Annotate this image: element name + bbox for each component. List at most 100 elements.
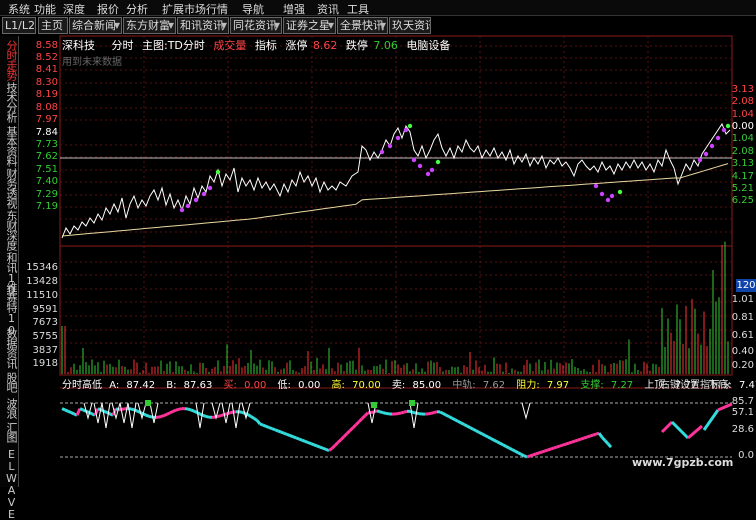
oscillator-tick-right: 57.1 (724, 407, 754, 418)
tab-label: 和讯资讯 (180, 19, 224, 32)
oscillator-info-line: 分时高低 A: 87.42 B: 87.63 买: 0.00 低: 0.00 高… (62, 376, 756, 391)
oscillator-segment (581, 438, 584, 439)
oscillator-segment (380, 412, 383, 413)
osc-sell: 卖: 85.00 (392, 380, 445, 391)
signal-spike (410, 403, 418, 428)
main-chart-label[interactable]: 主图:TD分时 (142, 39, 205, 52)
oscillator-segment (290, 436, 293, 437)
tab-label: 东方财富 (126, 19, 170, 32)
tab-7[interactable]: 全景快讯▼ (337, 17, 388, 34)
sidebar-item-3[interactable]: 财务透视 (1, 168, 17, 208)
chevron-down-icon[interactable]: ▼ (380, 18, 386, 33)
oscillator-segment (353, 425, 356, 428)
chevron-down-icon[interactable]: ▼ (168, 18, 174, 33)
price-tick-left: 7.62 (18, 151, 58, 162)
sidebar-item-0[interactable]: 分时走势 (1, 40, 17, 80)
price-tick-left: 8.30 (18, 77, 58, 88)
close-icon[interactable]: × (723, 380, 731, 391)
oscillator-segment (350, 428, 353, 431)
menu-item-3[interactable]: 报价 (97, 1, 119, 17)
tab-8[interactable]: 玖天资讯 (389, 17, 431, 34)
chevron-down-icon[interactable]: ▼ (114, 18, 120, 33)
oscillator-segment (335, 442, 338, 445)
menu-item-0[interactable]: 系统 (8, 1, 30, 17)
sector-label[interactable]: 电脑设备 (406, 39, 450, 52)
tab-1[interactable]: 主页 (38, 17, 68, 34)
oscillator-segment (590, 435, 593, 436)
signal-spike (522, 403, 530, 418)
oscillator-segment (434, 412, 437, 413)
tab-5[interactable]: 同花资讯▼ (230, 17, 282, 34)
osc-title: 分时高低 (62, 380, 102, 391)
menu-item-7[interactable]: 增强 (283, 1, 305, 17)
oscillator-segment (263, 425, 266, 426)
sidebar-item-8[interactable]: 股吧 (1, 372, 17, 392)
oscillator-segment (71, 413, 74, 414)
oscillator-segment (260, 424, 263, 425)
tab-3[interactable]: 东方财富▼ (123, 17, 176, 34)
mode-label[interactable]: 分时 (112, 39, 134, 52)
chevron-down-icon[interactable]: ▼ (221, 18, 227, 33)
menu-item-1[interactable]: 功能 (34, 1, 56, 17)
intraday-chart[interactable] (0, 0, 756, 487)
chevron-down-icon[interactable]: ▼ (274, 18, 280, 33)
volume-tick-right: 0.20 (724, 360, 754, 371)
oscillator-segment (557, 446, 560, 447)
menu-item-5[interactable]: 扩展市场行情 (162, 1, 228, 17)
tab-6[interactable]: 证券之星▼ (283, 17, 336, 34)
trade-label[interactable]: 成交量 (213, 39, 246, 52)
stock-name: 深科技 (62, 39, 95, 52)
menu-item-2[interactable]: 深度 (63, 1, 85, 17)
oscillator-segment (704, 410, 718, 430)
signal-mark (698, 158, 702, 162)
sidebar-item-9[interactable]: 波浪 (1, 398, 17, 418)
oscillator-segment (608, 444, 611, 447)
volume-tick-left: 13428 (18, 276, 58, 287)
sidebar-item-11[interactable]: ELWAVE (1, 448, 17, 520)
signal-mark (430, 168, 434, 172)
oscillator-segment (254, 418, 257, 420)
oscillator-segment (482, 434, 485, 436)
oscillator-segment (575, 440, 578, 441)
oscillator-segment (80, 409, 83, 410)
osc-high-value: 70.00 (352, 380, 381, 391)
price-tick-left: 7.40 (18, 176, 58, 187)
menu-item-6[interactable]: 导航 (242, 1, 264, 17)
oscillator-segment (194, 411, 197, 412)
sidebar-item-1[interactable]: 技术分析 (1, 82, 17, 122)
tab-0[interactable]: L1/L2 (2, 17, 36, 34)
oscillator-segment (275, 430, 278, 431)
oscillator-segment (338, 440, 341, 443)
oscillator-segment (431, 413, 434, 414)
right-click-label: 右键设置指标 (660, 380, 720, 391)
menu-item-4[interactable]: 分析 (126, 1, 148, 17)
sidebar-item-7[interactable]: 数据资讯 (1, 328, 17, 368)
osc-sell-label: 卖: (392, 380, 405, 391)
signal-mark (704, 152, 708, 156)
menu-item-8[interactable]: 资讯 (317, 1, 339, 17)
chevron-down-icon[interactable]: ▼ (328, 18, 334, 33)
oscillator-segment (542, 451, 545, 452)
oscillator-segment (539, 452, 542, 453)
oscillator-segment (383, 413, 386, 414)
oscillator-segment (554, 447, 557, 448)
oscillator-segment (593, 434, 596, 435)
signal-mark (388, 144, 392, 148)
sidebar-item-4[interactable]: 东财深度 (1, 210, 17, 250)
oscillator-segment (179, 409, 182, 410)
oscillator-segment (323, 448, 326, 449)
tab-2[interactable]: 综合新闻▼ (69, 17, 122, 34)
tab-4[interactable]: 和讯资讯▼ (177, 17, 229, 34)
osc-bottom-value: 7.47 (739, 380, 756, 391)
sidebar-item-10[interactable]: 汇图 (1, 422, 17, 442)
percent-tick-right: 5.21 (724, 183, 754, 194)
signal-flag (409, 400, 415, 406)
signal-flag (371, 402, 377, 408)
sidebar-item-2[interactable]: 基本资料 (1, 126, 17, 166)
menu-item-9[interactable]: 工具 (347, 1, 369, 17)
signal-mark (194, 198, 198, 202)
oscillator-segment (467, 426, 470, 428)
right-click-indicator-setting[interactable]: 右键设置指标 × (660, 376, 732, 391)
indicator-label[interactable]: 指标 (255, 39, 277, 52)
oscillator-segment (65, 410, 68, 411)
